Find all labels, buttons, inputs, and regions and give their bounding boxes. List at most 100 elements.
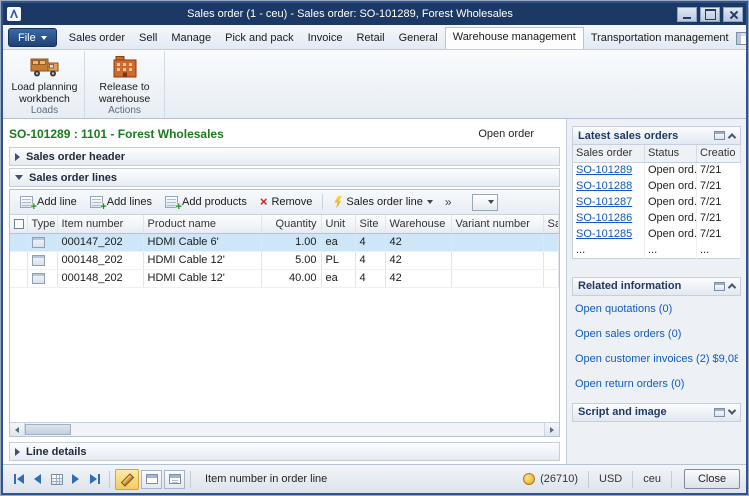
show-grid-button[interactable] — [141, 470, 162, 489]
col-type[interactable]: Type — [27, 215, 57, 233]
sales-cell[interactable] — [543, 251, 559, 269]
col-site[interactable]: Site — [355, 215, 385, 233]
add-products-button[interactable]: Add products — [159, 194, 253, 210]
add-lines-button[interactable]: Add lines — [84, 194, 158, 210]
item-number-cell[interactable]: 000147_202 — [57, 233, 143, 251]
variant-number-cell[interactable] — [451, 233, 543, 251]
warehouse-cell[interactable]: 42 — [385, 251, 451, 269]
remove-button[interactable]: Remove — [254, 193, 319, 211]
open-factbox-icon[interactable] — [714, 131, 725, 140]
scroll-left-button[interactable] — [10, 423, 25, 436]
grid-view-button[interactable] — [47, 470, 66, 488]
site-cell[interactable]: 4 — [355, 251, 385, 269]
select-all-cell[interactable] — [10, 215, 27, 233]
tab-invoice[interactable]: Invoice — [301, 28, 350, 49]
section-sales-order-lines[interactable]: Sales order lines — [9, 168, 560, 187]
quantity-cell[interactable]: 1.00 — [261, 233, 321, 251]
open-sales-orders-link[interactable]: Open sales orders (0) — [575, 328, 738, 340]
open-factbox-icon[interactable] — [714, 282, 725, 291]
grid-row[interactable]: 000147_202 HDMI Cable 6' 1.00 ea 4 42 — [10, 233, 559, 251]
tab-warehouse-management[interactable]: Warehouse management — [445, 27, 584, 49]
open-customer-invoices-link[interactable]: Open customer invoices (2) $9,089,8 — [575, 353, 738, 365]
sales-order-link[interactable]: SO-101289 — [576, 164, 632, 176]
col-sales-order[interactable]: Sales order — [573, 145, 645, 162]
sales-order-link[interactable]: SO-101285 — [576, 228, 632, 240]
col-quantity[interactable]: Quantity — [261, 215, 321, 233]
product-name-cell[interactable]: HDMI Cable 12' — [143, 251, 261, 269]
col-item-number[interactable]: Item number — [57, 215, 143, 233]
item-number-cell[interactable]: 000148_202 — [57, 269, 143, 287]
restore-icon[interactable] — [700, 7, 720, 22]
section-line-details[interactable]: Line details — [9, 442, 560, 461]
tab-pick-and-pack[interactable]: Pick and pack — [218, 28, 300, 49]
site-cell[interactable]: 4 — [355, 269, 385, 287]
related-information-header[interactable]: Related information — [572, 277, 741, 296]
sales-cell[interactable] — [543, 269, 559, 287]
sales-order-link[interactable]: SO-101287 — [576, 196, 632, 208]
first-record-button[interactable] — [9, 470, 28, 488]
tab-general[interactable]: General — [392, 28, 445, 49]
site-cell[interactable]: 4 — [355, 233, 385, 251]
company-indicator[interactable]: ceu — [643, 473, 661, 485]
script-and-image-header[interactable]: Script and image — [572, 403, 741, 422]
sales-order-link[interactable]: SO-101286 — [576, 212, 632, 224]
chevron-up-icon[interactable] — [728, 133, 736, 141]
scrollbar-track[interactable] — [71, 423, 544, 436]
tab-manage[interactable]: Manage — [164, 28, 218, 49]
minimize-icon[interactable] — [677, 7, 697, 22]
product-name-cell[interactable]: HDMI Cable 12' — [143, 269, 261, 287]
row-selector-cell[interactable] — [10, 233, 27, 251]
release-to-warehouse-button[interactable]: Release to warehouse — [85, 51, 164, 105]
variant-number-cell[interactable] — [451, 251, 543, 269]
chevron-down-icon[interactable] — [728, 406, 736, 414]
col-product-name[interactable]: Product name — [143, 215, 261, 233]
grid-row[interactable]: 000148_202 HDMI Cable 12' 40.00 ea 4 42 — [10, 269, 559, 287]
col-unit[interactable]: Unit — [321, 215, 355, 233]
col-status[interactable]: Status — [645, 145, 697, 162]
variant-number-cell[interactable] — [451, 269, 543, 287]
open-return-orders-link[interactable]: Open return orders (0) — [575, 378, 738, 390]
show-details-button[interactable] — [164, 470, 185, 489]
last-record-button[interactable] — [85, 470, 104, 488]
more-cell[interactable]: ... — [573, 242, 645, 258]
grid-view-combo[interactable] — [472, 194, 498, 211]
unit-cell[interactable]: ea — [321, 233, 355, 251]
col-sales-truncated[interactable]: Sal — [543, 215, 559, 233]
tab-sales-order[interactable]: Sales order — [62, 28, 132, 49]
add-line-button[interactable]: Add line — [14, 194, 83, 210]
row-selector-cell[interactable] — [10, 251, 27, 269]
warehouse-cell[interactable]: 42 — [385, 269, 451, 287]
select-all-checkbox[interactable] — [14, 219, 24, 229]
more-cell[interactable]: ... — [645, 242, 697, 258]
sales-cell[interactable] — [543, 233, 559, 251]
sales-order-link[interactable]: SO-101288 — [576, 180, 632, 192]
factbox-more-row[interactable]: ... ... ... — [573, 242, 741, 258]
scroll-right-button[interactable] — [544, 423, 559, 436]
tab-retail[interactable]: Retail — [349, 28, 391, 49]
col-variant-number[interactable]: Variant number — [451, 215, 543, 233]
tab-sell[interactable]: Sell — [132, 28, 164, 49]
close-icon[interactable] — [723, 7, 743, 22]
row-selector-cell[interactable] — [10, 269, 27, 287]
horizontal-scrollbar[interactable] — [10, 422, 559, 436]
close-form-button[interactable]: Close — [684, 469, 740, 489]
window-layout-icon[interactable] — [736, 32, 746, 45]
sales-order-line-menu-button[interactable]: Sales order line — [327, 194, 438, 211]
currency-indicator[interactable]: USD — [599, 473, 622, 485]
col-creation[interactable]: Creatio — [697, 145, 741, 162]
scrollbar-thumb[interactable] — [25, 424, 71, 435]
next-record-button[interactable] — [66, 470, 85, 488]
open-factbox-icon[interactable] — [714, 408, 725, 417]
open-quotations-link[interactable]: Open quotations (0) — [575, 303, 738, 315]
file-menu-button[interactable]: File — [8, 28, 57, 47]
warehouse-cell[interactable]: 42 — [385, 233, 451, 251]
chevron-up-icon[interactable] — [728, 283, 736, 291]
section-sales-order-header[interactable]: Sales order header — [9, 147, 560, 166]
product-name-cell[interactable]: HDMI Cable 6' — [143, 233, 261, 251]
unit-cell[interactable]: PL — [321, 251, 355, 269]
tab-transportation-management[interactable]: Transportation management — [584, 28, 736, 49]
quantity-cell[interactable]: 5.00 — [261, 251, 321, 269]
quantity-cell[interactable]: 40.00 — [261, 269, 321, 287]
load-planning-workbench-button[interactable]: Load planning workbench — [5, 51, 84, 105]
previous-record-button[interactable] — [28, 470, 47, 488]
